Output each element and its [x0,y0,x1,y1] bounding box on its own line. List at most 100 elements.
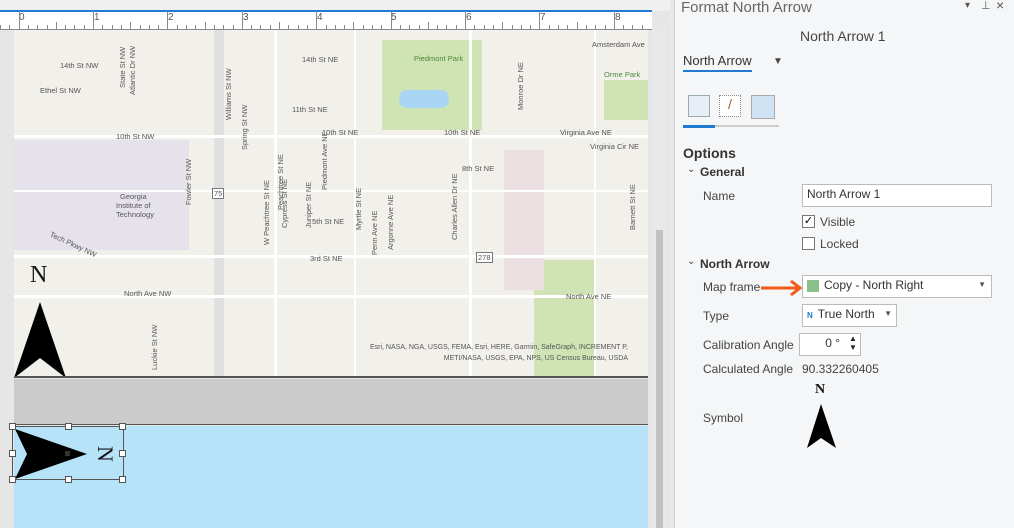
map-label: Amsterdam Ave [592,40,645,49]
map-label: Ethel St NW [40,86,81,95]
selection-handle[interactable] [9,423,16,430]
ruler-tick [623,25,625,29]
symbol-preview[interactable]: N [803,382,843,450]
horizontal-ruler: 0 1 2 3 4 5 6 7 8 [0,11,652,30]
close-icon[interactable]: × [996,0,1004,13]
ruler-tick [604,25,606,29]
symbol-tab-brush-icon[interactable]: / [719,95,741,117]
selected-north-arrow[interactable]: N [9,423,126,483]
ruler-tick [120,25,122,29]
pane-menu-icon[interactable]: ▾ [965,0,970,11]
map-label: Orme Park [604,70,641,79]
map-label-vertical: Luckie St NW [150,324,159,370]
lake [399,90,449,108]
selection-handle[interactable] [119,476,126,483]
north-arrow-icon [14,302,66,376]
ruler-tick [46,25,48,29]
ruler-tick [465,11,466,29]
map-label: 10th St NE [444,128,481,137]
rotated-n-letter: N [92,446,118,462]
ruler-tick [399,25,401,29]
map-label: 14th St NW [60,61,99,70]
collapse-general-icon[interactable]: ⌄ [687,164,695,175]
selection-handle[interactable] [9,476,16,483]
ruler-tick [632,25,634,29]
interstate-shield: 75 [212,188,225,199]
ruler-tick [241,11,243,29]
north-arrow-group-heading[interactable]: North Arrow [700,257,770,271]
ruler-tick [585,25,587,29]
ruler-tick [558,25,559,29]
ruler-tick [492,25,494,29]
scrollbar-thumb[interactable] [656,230,663,528]
ruler-tick [548,25,550,29]
ruler-tick [102,25,104,29]
ruler-tick [427,22,429,29]
north-arrow-symbol-icon [807,404,836,448]
ruler-tick [306,25,308,29]
ruler-tick [567,25,569,29]
map-label: Piedmont Park [414,54,464,63]
ruler-tick [279,22,280,29]
chevron-down-icon[interactable]: ▼ [773,56,783,67]
ruler-tick [260,25,262,29]
vertical-scrollbar[interactable] [652,30,666,528]
active-tab-indicator [683,125,715,128]
ruler-tick [148,25,150,29]
ruler-tick [455,25,457,29]
display-tab-icon[interactable] [751,95,775,119]
selection-handle[interactable] [65,476,72,483]
road [14,295,648,298]
ruler-tick [353,22,355,29]
spinner-icon[interactable]: ▲ ▼ [849,334,857,352]
locked-label: Locked [820,237,859,251]
ruler-tick [316,11,318,29]
ruler-tick [55,22,57,29]
selection-handle[interactable] [65,423,72,430]
calculated-angle-label: Calculated Angle [703,362,794,376]
selection-handle[interactable] [9,450,16,457]
ruler-tick [288,25,290,29]
type-value: True North [817,307,875,321]
element-selector[interactable]: North Arrow [683,53,752,72]
ruler-label: 2 [168,12,174,23]
north-arrow-main[interactable]: N [14,262,74,376]
map-frame-main[interactable]: Amsterdam Ave 14th St NW 14th St NE Pied… [14,30,648,378]
map-label: Virginia Ave NE [560,128,612,137]
road [14,190,648,192]
ruler-tick [18,11,20,29]
map-label: 10th St NW [116,132,155,141]
name-input[interactable]: North Arrow 1 [802,184,992,207]
type-label: Type [703,309,730,323]
ruler-tick [111,25,113,29]
map-label: Technology [116,210,154,219]
ruler-tick [139,25,141,29]
attribution: METI/NASA, USGS, EPA, NPS, US Census Bur… [443,355,628,362]
map-label: North Ave NE [566,292,612,301]
ruler-tick [520,25,522,29]
general-group-heading[interactable]: General [700,165,745,179]
map-label: North Ave NW [124,289,172,298]
selection-handle[interactable] [119,450,126,457]
map-frame-icon [807,279,819,292]
route-shield: 278 [476,252,493,263]
locked-checkbox[interactable] [802,237,815,250]
visible-checkbox[interactable]: ✓ [802,215,815,228]
options-tab-icon[interactable] [688,95,710,117]
name-label: Name [703,189,736,203]
selection-handle[interactable] [119,423,126,430]
map-frame-dropdown[interactable]: Copy - North Right ▼ [802,275,992,298]
ruler-tick [474,25,476,29]
pin-icon[interactable]: ⊥ [981,0,991,12]
map-label-vertical: State St NW [118,46,127,88]
map-label-vertical: Argonne Ave NE [386,194,395,250]
options-heading: Options [683,145,736,161]
collapse-north-arrow-icon[interactable]: ⌄ [687,256,695,267]
ruler-tick [409,25,411,29]
type-dropdown[interactable]: N True North ▼ [802,304,897,327]
map-label: Institute of [116,201,151,210]
ruler-tick [372,25,373,29]
ruler-tick [390,11,392,29]
map-frame-copy[interactable]: N [9,423,648,528]
format-pane: Format North Arrow ▾ ⊥ × North Arrow 1 N… [674,0,1014,528]
